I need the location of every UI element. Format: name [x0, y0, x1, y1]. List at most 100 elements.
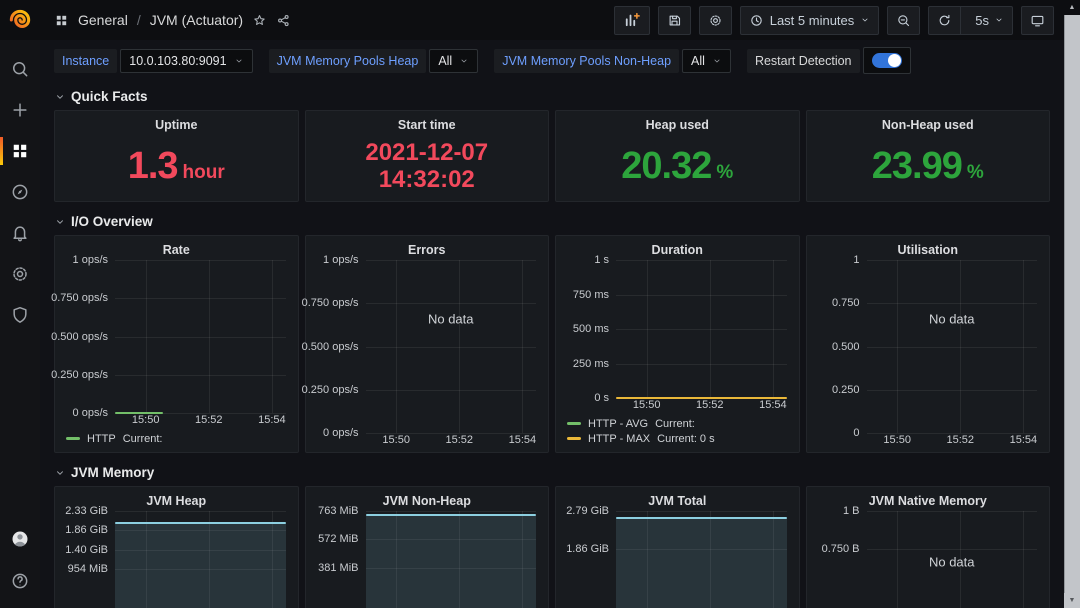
zoom-out-time-button[interactable]	[887, 6, 920, 35]
panel-uptime[interactable]: Uptime 1.3hour	[54, 110, 299, 202]
time-range-picker[interactable]: Last 5 minutes	[740, 6, 880, 35]
panel-rate[interactable]: Rate 1 ops/s0.750 ops/s0.500 ops/s0.250 …	[54, 235, 299, 453]
section-header-quick-facts[interactable]: Quick Facts	[54, 89, 1050, 104]
panel-jvm-non-heap[interactable]: JVM Non-Heap 763 MiB572 MiB381 MiB	[305, 486, 550, 608]
series-fill	[616, 518, 787, 608]
panel-non-heap-used[interactable]: Non-Heap used 23.99%	[806, 110, 1051, 202]
refresh-button[interactable]	[929, 7, 961, 34]
panel-start-time[interactable]: Start time 2021-12-0714:32:02	[305, 110, 550, 202]
nonheap-pools-dropdown[interactable]: All	[682, 49, 731, 73]
restart-detection-toggle[interactable]	[863, 47, 911, 74]
h-gridline	[616, 364, 787, 365]
panel-jvm-native-memory[interactable]: JVM Native Memory 1 B0.750 B No data	[806, 486, 1051, 608]
panel-title[interactable]: Heap used	[556, 111, 799, 135]
section-title: Quick Facts	[71, 89, 148, 104]
sidebar-item-alerting[interactable]	[0, 214, 40, 252]
star-icon[interactable]	[252, 13, 267, 28]
breadcrumb-dashboard[interactable]: JVM (Actuator)	[150, 12, 243, 28]
panel-errors[interactable]: Errors 1 ops/s0.750 ops/s0.500 ops/s0.25…	[305, 235, 550, 453]
nonheap-pools-value: All	[691, 54, 705, 68]
legend-item[interactable]: HTTP - AVGCurrent:	[567, 416, 791, 431]
sidebar-item-server-admin[interactable]	[0, 296, 40, 334]
sidebar-item-dashboards[interactable]	[0, 132, 40, 170]
panel-title[interactable]: Uptime	[55, 111, 298, 135]
breadcrumb-folder[interactable]: General	[78, 12, 128, 28]
grafana-logo[interactable]	[0, 0, 40, 40]
refresh-controls: 5s	[928, 6, 1013, 35]
sidebar-item-search[interactable]	[0, 50, 40, 88]
plot-area[interactable]	[616, 260, 787, 398]
panel-title[interactable]: Utilisation	[807, 236, 1050, 260]
plot-area[interactable]: No data	[867, 260, 1038, 433]
page-scrollbar[interactable]: ▲ ▼	[1064, 0, 1080, 608]
legend: HTTP - AVGCurrent:HTTP - MAXCurrent: 0 s	[556, 414, 799, 449]
panel-title[interactable]: Duration	[556, 236, 799, 260]
plot-area[interactable]	[115, 260, 286, 413]
dashboard-settings-button[interactable]	[699, 6, 732, 35]
y-tick-label: 500 ms	[573, 323, 609, 335]
y-tick-label: 250 ms	[573, 358, 609, 370]
refresh-interval-picker[interactable]: 5s	[967, 7, 1012, 34]
y-axis: 1 ops/s0.750 ops/s0.500 ops/s0.250 ops/s…	[306, 260, 366, 433]
legend-current-value: Current:	[655, 418, 695, 430]
x-axis: 15:5015:5215:54	[807, 433, 1050, 449]
sidebar-item-help[interactable]	[0, 562, 40, 600]
chevron-down-icon	[54, 467, 66, 479]
v-gridline	[459, 260, 460, 433]
y-tick-label: 0 ops/s	[73, 407, 108, 419]
tv-monitor-icon	[1030, 13, 1045, 28]
stat-value-suffix: %	[967, 162, 984, 184]
v-gridline	[1023, 260, 1024, 433]
jvm-memory-row: JVM Heap 2.33 GiB1.86 GiB1.40 GiB954 MiB…	[54, 486, 1050, 608]
sidebar-bottom	[0, 520, 40, 608]
chevron-down-icon	[712, 56, 722, 66]
section-header-jvm-memory[interactable]: JVM Memory	[54, 465, 1050, 480]
plot-area[interactable]: No data	[366, 260, 537, 433]
panel-jvm-total[interactable]: JVM Total 2.79 GiB1.86 GiB	[555, 486, 800, 608]
y-tick-label: 0.250	[832, 384, 860, 396]
share-icon[interactable]	[276, 13, 291, 28]
section-header-io-overview[interactable]: I/O Overview	[54, 214, 1050, 229]
instance-dropdown[interactable]: 10.0.103.80:9091	[120, 49, 252, 73]
legend-item[interactable]: HTTPCurrent:	[66, 431, 290, 446]
chevron-down-icon	[54, 91, 66, 103]
time-range-label: Last 5 minutes	[770, 13, 855, 28]
y-tick-label: 1	[853, 254, 859, 266]
series-fill	[366, 515, 537, 608]
sidebar-item-explore[interactable]	[0, 173, 40, 211]
plot-area[interactable]	[115, 511, 286, 608]
variable-heap-pools: JVM Memory Pools Heap All	[269, 49, 479, 73]
y-tick-label: 1.86 GiB	[566, 543, 609, 555]
plot-area[interactable]	[616, 511, 787, 608]
heap-pools-dropdown[interactable]: All	[429, 49, 478, 73]
h-gridline	[616, 329, 787, 330]
v-gridline	[396, 260, 397, 433]
variable-instance: Instance 10.0.103.80:9091	[54, 49, 253, 73]
v-gridline	[897, 260, 898, 433]
sidebar-item-configuration[interactable]	[0, 255, 40, 293]
panel-heap-used[interactable]: Heap used 20.32%	[555, 110, 800, 202]
h-gridline	[115, 337, 286, 338]
scrollbar-thumb[interactable]	[1064, 15, 1080, 593]
plot-area[interactable]: No data	[867, 511, 1038, 608]
series-line	[366, 514, 537, 516]
panel-jvm-heap[interactable]: JVM Heap 2.33 GiB1.86 GiB1.40 GiB954 MiB	[54, 486, 299, 608]
sidebar-item-profile[interactable]	[0, 520, 40, 558]
scrollbar-down-arrow[interactable]: ▼	[1064, 593, 1080, 608]
no-data-text: No data	[929, 554, 975, 569]
y-tick-label: 763 MiB	[318, 505, 358, 517]
variable-restart-detection: Restart Detection	[747, 47, 911, 74]
tv-mode-button[interactable]	[1021, 6, 1054, 35]
panel-duration[interactable]: Duration 1 s750 ms500 ms250 ms0 s 15:501…	[555, 235, 800, 453]
panel-utilisation[interactable]: Utilisation 10.7500.5000.2500 No data15:…	[806, 235, 1051, 453]
panel-title[interactable]: Start time	[306, 111, 549, 135]
panel-title[interactable]: Non-Heap used	[807, 111, 1050, 135]
x-axis: 15:5015:5215:54	[556, 398, 799, 414]
save-dashboard-button[interactable]	[658, 6, 691, 35]
plot-area[interactable]	[366, 511, 537, 608]
legend-item[interactable]: HTTP - MAXCurrent: 0 s	[567, 431, 791, 446]
add-panel-button[interactable]	[614, 6, 650, 35]
scrollbar-up-arrow[interactable]: ▲	[1064, 0, 1080, 15]
legend-color-dash	[567, 422, 581, 425]
sidebar-item-create[interactable]	[0, 91, 40, 129]
